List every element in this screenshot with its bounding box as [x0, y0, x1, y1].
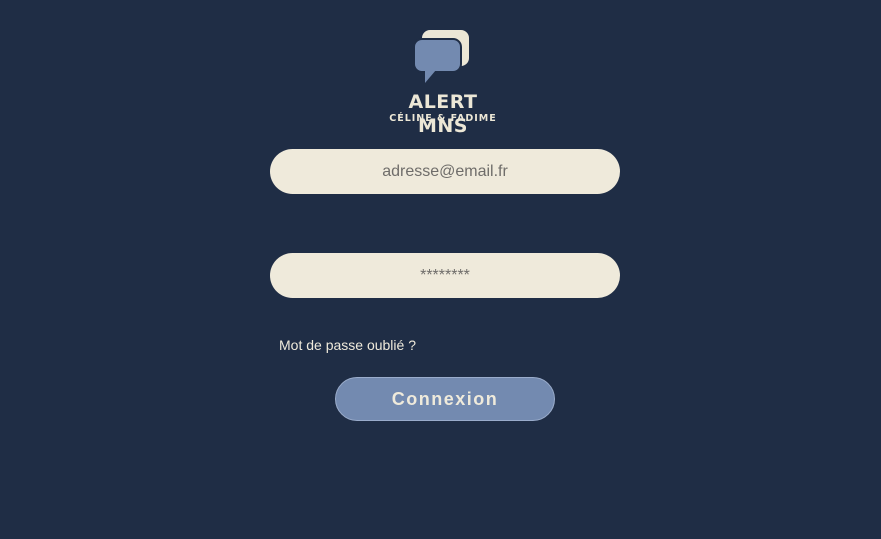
app-subtitle: CÉLINE & FADIME	[389, 113, 497, 124]
chat-bubbles-icon	[413, 30, 469, 83]
app-logo: ALERT MNS CÉLINE & FADIME	[380, 28, 506, 137]
email-field[interactable]	[270, 149, 620, 194]
login-button[interactable]: Connexion	[335, 377, 555, 421]
password-field[interactable]	[270, 253, 620, 298]
forgot-password-link[interactable]: Mot de passe oublié ?	[279, 337, 416, 353]
